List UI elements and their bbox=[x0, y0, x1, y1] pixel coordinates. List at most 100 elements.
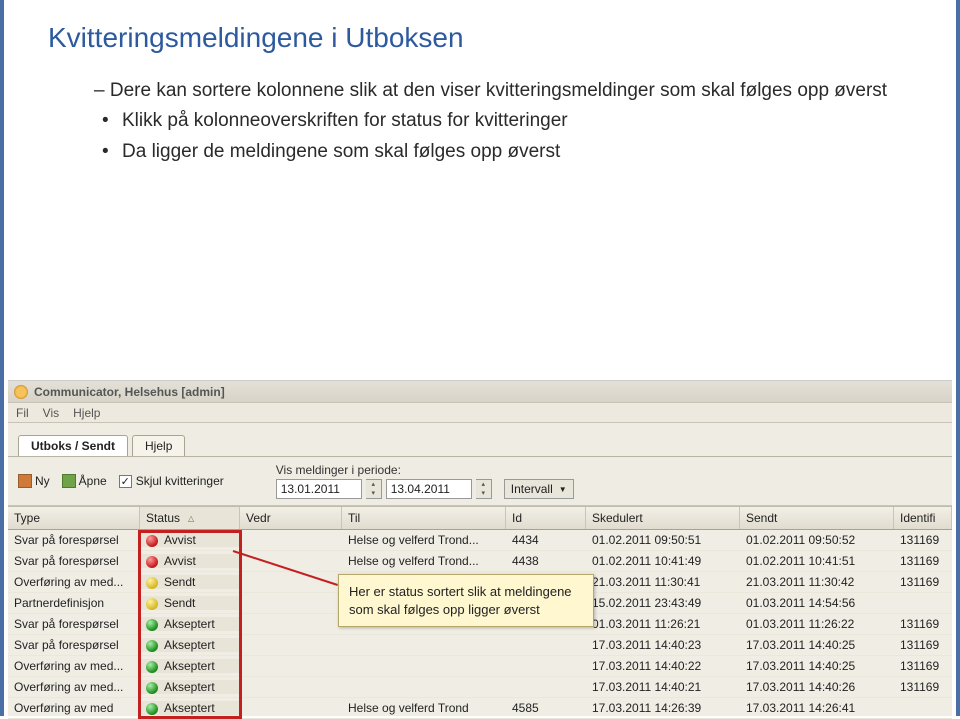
slide-title: Kvitteringsmeldingene i Utboksen bbox=[4, 0, 956, 70]
status-dot-icon bbox=[146, 703, 158, 715]
cell-skedulert: 01.02.2011 10:41:49 bbox=[586, 554, 740, 568]
new-button[interactable]: Ny bbox=[18, 474, 50, 489]
cell-til: Helse og velferd Trond bbox=[342, 701, 506, 715]
toolbar: Ny Åpne Skjul kvitteringer Vis meldinger… bbox=[8, 457, 952, 506]
period-label: Vis meldinger i periode: bbox=[276, 463, 574, 477]
cell-status: Akseptert bbox=[140, 617, 240, 631]
status-dot-icon bbox=[146, 661, 158, 673]
tab-hjelp[interactable]: Hjelp bbox=[132, 435, 185, 456]
cell-til: Helse og velferd Trond... bbox=[342, 533, 506, 547]
cell-type: Overføring av med... bbox=[8, 575, 140, 589]
cell-identifi: 131169 bbox=[894, 638, 952, 652]
menu-bar: Fil Vis Hjelp bbox=[8, 403, 952, 423]
table-row[interactable]: Svar på forespørselAvvist Helse og velfer… bbox=[8, 530, 952, 551]
cell-identifi: 131169 bbox=[894, 554, 952, 568]
open-button[interactable]: Åpne bbox=[62, 474, 107, 489]
cell-sendt: 01.03.2011 14:54:56 bbox=[740, 596, 894, 610]
table-row[interactable]: Overføring av med...Akseptert 17.03.2011 … bbox=[8, 677, 952, 698]
cell-status: Avvist bbox=[140, 533, 240, 547]
app-logo-icon bbox=[14, 385, 28, 399]
date-to-input[interactable]: 13.04.2011 bbox=[386, 479, 472, 499]
cell-id: 4434 bbox=[506, 533, 586, 547]
cell-identifi: 131169 bbox=[894, 680, 952, 694]
menu-fil[interactable]: Fil bbox=[16, 406, 29, 420]
col-header-type[interactable]: Type bbox=[8, 507, 140, 529]
cell-sendt: 17.03.2011 14:26:41 bbox=[740, 701, 894, 715]
col-header-til[interactable]: Til bbox=[342, 507, 506, 529]
tabs-row: Utboks / Sendt Hjelp bbox=[8, 423, 952, 457]
cell-skedulert: 15.02.2011 23:43:49 bbox=[586, 596, 740, 610]
status-dot-icon bbox=[146, 598, 158, 610]
cell-skedulert: 17.03.2011 14:26:39 bbox=[586, 701, 740, 715]
cell-sendt: 01.03.2011 11:26:22 bbox=[740, 617, 894, 631]
date-to-spinner[interactable]: ▴▾ bbox=[476, 479, 492, 499]
bullet-line-2: Klikk på kolonneoverskriften for status … bbox=[94, 106, 956, 136]
cell-status: Akseptert bbox=[140, 680, 240, 694]
cell-skedulert: 01.02.2011 09:50:51 bbox=[586, 533, 740, 547]
col-header-vedr[interactable]: Vedr bbox=[240, 507, 342, 529]
cell-sendt: 01.02.2011 10:41:51 bbox=[740, 554, 894, 568]
app-titlebar: Communicator, Helsehus [admin] bbox=[8, 381, 952, 403]
status-dot-icon bbox=[146, 682, 158, 694]
col-header-identifi[interactable]: Identifi bbox=[894, 507, 952, 529]
cell-identifi: 131169 bbox=[894, 659, 952, 673]
date-from-spinner[interactable]: ▴▾ bbox=[366, 479, 382, 499]
cell-type: Svar på forespørsel bbox=[8, 638, 140, 652]
cell-id: 4585 bbox=[506, 701, 586, 715]
cell-status: Akseptert bbox=[140, 638, 240, 652]
status-dot-icon bbox=[146, 619, 158, 631]
cell-skedulert: 17.03.2011 14:40:23 bbox=[586, 638, 740, 652]
cell-identifi: 131169 bbox=[894, 533, 952, 547]
cell-status: Akseptert bbox=[140, 701, 240, 715]
table-row[interactable]: Svar på forespørselAkseptert 17.03.2011 1… bbox=[8, 635, 952, 656]
cell-status: Sendt bbox=[140, 596, 240, 610]
grid-body: Her er status sortert slik at meldingene… bbox=[8, 530, 952, 719]
bullet-line-1: Dere kan sortere kolonnene slik at den v… bbox=[94, 76, 956, 106]
sort-asc-icon: △ bbox=[188, 514, 194, 523]
app-screenshot: Communicator, Helsehus [admin] Fil Vis H… bbox=[8, 380, 952, 716]
cell-type: Overføring av med... bbox=[8, 659, 140, 673]
date-from-input[interactable]: 13.01.2011 bbox=[276, 479, 362, 499]
interval-dropdown[interactable]: Intervall▼ bbox=[504, 479, 574, 499]
cell-type: Svar på forespørsel bbox=[8, 554, 140, 568]
cell-skedulert: 01.03.2011 11:26:21 bbox=[586, 617, 740, 631]
period-group: Vis meldinger i periode: 13.01.2011 ▴▾ 1… bbox=[276, 463, 574, 499]
col-header-id[interactable]: Id bbox=[506, 507, 586, 529]
cell-sendt: 17.03.2011 14:40:26 bbox=[740, 680, 894, 694]
slide-bullets: Dere kan sortere kolonnene slik at den v… bbox=[4, 70, 956, 167]
open-icon bbox=[62, 474, 76, 488]
status-dot-icon bbox=[146, 556, 158, 568]
hide-receipts-checkbox[interactable]: Skjul kvitteringer bbox=[119, 474, 224, 488]
cell-type: Overføring av med bbox=[8, 701, 140, 715]
cell-type: Svar på forespørsel bbox=[8, 533, 140, 547]
menu-vis[interactable]: Vis bbox=[43, 406, 59, 420]
cell-identifi: 131169 bbox=[894, 575, 952, 589]
table-row[interactable]: Overføring av med...Akseptert17.03.2011 … bbox=[8, 656, 952, 677]
callout-box: Her er status sortert slik at meldingene… bbox=[338, 574, 594, 627]
grid-header: Type Status△ Vedr Til Id Skedulert Sendt… bbox=[8, 506, 952, 530]
app-title: Communicator, Helsehus [admin] bbox=[34, 385, 225, 399]
cell-sendt: 01.02.2011 09:50:52 bbox=[740, 533, 894, 547]
status-dot-icon bbox=[146, 535, 158, 547]
table-row[interactable]: Svar på forespørselAvvistHelse og velfer… bbox=[8, 551, 952, 572]
menu-hjelp[interactable]: Hjelp bbox=[73, 406, 100, 420]
col-header-status[interactable]: Status△ bbox=[140, 507, 240, 529]
cell-skedulert: 21.03.2011 11:30:41 bbox=[586, 575, 740, 589]
tab-utboks[interactable]: Utboks / Sendt bbox=[18, 435, 128, 456]
cell-skedulert: 17.03.2011 14:40:21 bbox=[586, 680, 740, 694]
cell-skedulert: 17.03.2011 14:40:22 bbox=[586, 659, 740, 673]
new-icon bbox=[18, 474, 32, 488]
cell-sendt: 17.03.2011 14:40:25 bbox=[740, 638, 894, 652]
cell-id: 4438 bbox=[506, 554, 586, 568]
cell-sendt: 17.03.2011 14:40:25 bbox=[740, 659, 894, 673]
cell-sendt: 21.03.2011 11:30:42 bbox=[740, 575, 894, 589]
cell-type: Svar på forespørsel bbox=[8, 617, 140, 631]
col-header-skedulert[interactable]: Skedulert bbox=[586, 507, 740, 529]
cell-status: Avvist bbox=[140, 554, 240, 568]
checkbox-icon bbox=[119, 475, 132, 488]
col-header-sendt[interactable]: Sendt bbox=[740, 507, 894, 529]
cell-type: Overføring av med... bbox=[8, 680, 140, 694]
status-dot-icon bbox=[146, 577, 158, 589]
cell-type: Partnerdefinisjon bbox=[8, 596, 140, 610]
status-dot-icon bbox=[146, 640, 158, 652]
